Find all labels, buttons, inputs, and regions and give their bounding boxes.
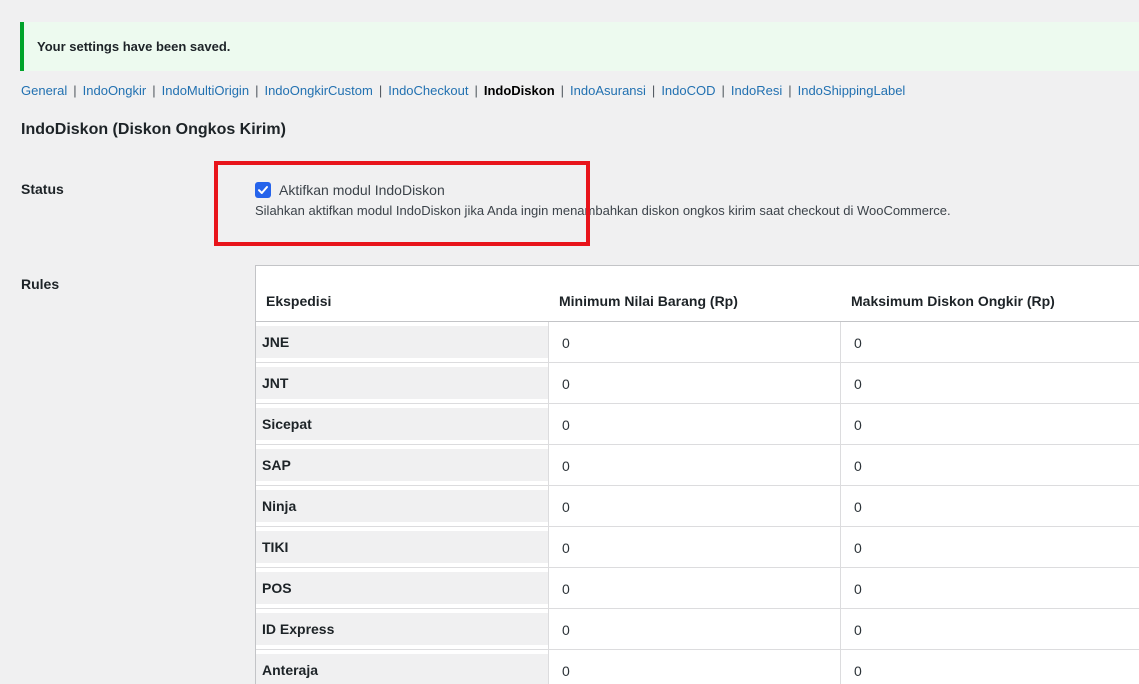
- subnav-separator: |: [721, 83, 725, 98]
- courier-name-cell: Sicepat: [256, 408, 548, 440]
- table-row: ID Express 0 0: [256, 609, 1139, 650]
- subnav-item-indoongkir[interactable]: IndoOngkir: [83, 83, 147, 98]
- max-discount-input[interactable]: 0: [840, 322, 1139, 362]
- courier-name-cell: Anteraja: [256, 654, 548, 684]
- column-header-max-discount: Maksimum Diskon Ongkir (Rp): [851, 293, 1055, 309]
- min-value: 0: [562, 581, 570, 597]
- table-row: Sicepat 0 0: [256, 404, 1139, 445]
- courier-name-cell: JNT: [256, 367, 548, 399]
- table-row: SAP 0 0: [256, 445, 1139, 486]
- min-value: 0: [562, 663, 570, 679]
- subnav-item-indoongkircustom[interactable]: IndoOngkirCustom: [264, 83, 372, 98]
- subnav-item-indoresi[interactable]: IndoResi: [731, 83, 782, 98]
- min-value: 0: [562, 622, 570, 638]
- checkmark-icon: [258, 186, 268, 194]
- max-discount: 0: [854, 376, 862, 392]
- max-discount: 0: [854, 581, 862, 597]
- courier-name: POS: [262, 580, 292, 596]
- max-discount: 0: [854, 458, 862, 474]
- courier-name-cell: ID Express: [256, 613, 548, 645]
- subnav-item-general[interactable]: General: [21, 83, 67, 98]
- min-value-input[interactable]: 0: [548, 363, 840, 403]
- min-value-input[interactable]: 0: [548, 486, 840, 526]
- subnav-item-indocheckout[interactable]: IndoCheckout: [388, 83, 468, 98]
- courier-name-cell: Ninja: [256, 490, 548, 522]
- subnav-separator: |: [474, 83, 478, 98]
- min-value: 0: [562, 499, 570, 515]
- min-value: 0: [562, 335, 570, 351]
- max-discount-input[interactable]: 0: [840, 527, 1139, 567]
- table-row: TIKI 0 0: [256, 527, 1139, 568]
- max-discount: 0: [854, 540, 862, 556]
- subnav-item-indoasuransi[interactable]: IndoAsuransi: [570, 83, 646, 98]
- max-discount-input[interactable]: 0: [840, 650, 1139, 684]
- notice-message: Your settings have been saved.: [37, 39, 231, 54]
- subnav-separator: |: [788, 83, 792, 98]
- enable-module-checkbox[interactable]: [255, 182, 271, 198]
- subnav-item-indomultiorigin[interactable]: IndoMultiOrigin: [162, 83, 249, 98]
- page-title: IndoDiskon (Diskon Ongkos Kirim): [21, 121, 286, 138]
- status-description: Silahkan aktifkan modul IndoDiskon jika …: [255, 203, 951, 218]
- courier-name: Sicepat: [262, 416, 312, 432]
- subnav-separator: |: [560, 83, 565, 98]
- enable-module-label[interactable]: Aktifkan modul IndoDiskon: [279, 182, 445, 198]
- max-discount: 0: [854, 499, 862, 515]
- max-discount-input[interactable]: 0: [840, 609, 1139, 649]
- courier-name: TIKI: [262, 539, 289, 555]
- courier-name: Anteraja: [262, 662, 319, 678]
- subnav-item-indoshippinglabel[interactable]: IndoShippingLabel: [798, 83, 906, 98]
- max-discount-input[interactable]: 0: [840, 568, 1139, 608]
- subnav-separator: |: [378, 83, 383, 98]
- table-row: JNE 0 0: [256, 322, 1139, 363]
- max-discount: 0: [854, 663, 862, 679]
- courier-name: ID Express: [262, 621, 335, 637]
- courier-name-cell: TIKI: [256, 531, 548, 563]
- min-value: 0: [562, 417, 570, 433]
- min-value-input[interactable]: 0: [548, 322, 840, 362]
- table-row: JNT 0 0: [256, 363, 1139, 404]
- max-discount-input[interactable]: 0: [840, 445, 1139, 485]
- courier-name: JNT: [262, 375, 289, 391]
- min-value-input[interactable]: 0: [548, 404, 840, 444]
- courier-name: JNE: [262, 334, 290, 350]
- max-discount-input[interactable]: 0: [840, 404, 1139, 444]
- max-discount: 0: [854, 335, 862, 351]
- subnav-separator: |: [73, 83, 77, 98]
- column-header-ekspedisi: Ekspedisi: [266, 293, 332, 309]
- max-discount: 0: [854, 622, 862, 638]
- settings-saved-notice: Your settings have been saved.: [20, 22, 1139, 71]
- courier-name-cell: POS: [256, 572, 548, 604]
- table-row: Ninja 0 0: [256, 486, 1139, 527]
- max-discount-input[interactable]: 0: [840, 486, 1139, 526]
- min-value-input[interactable]: 0: [548, 445, 840, 485]
- max-discount: 0: [854, 417, 862, 433]
- subnav-item-indocod[interactable]: IndoCOD: [661, 83, 715, 98]
- table-header: Ekspedisi Minimum Nilai Barang (Rp) Maks…: [256, 266, 1139, 322]
- subnav-separator: |: [255, 83, 259, 98]
- min-value-input[interactable]: 0: [548, 527, 840, 567]
- min-value-input[interactable]: 0: [548, 568, 840, 608]
- table-row: Anteraja 0 0: [256, 650, 1139, 684]
- courier-name-cell: JNE: [256, 326, 548, 358]
- courier-name-cell: SAP: [256, 449, 548, 481]
- subnav-item-indodiskon[interactable]: IndoDiskon: [484, 83, 555, 98]
- table-row: POS 0 0: [256, 568, 1139, 609]
- min-value: 0: [562, 376, 570, 392]
- rules-table: Ekspedisi Minimum Nilai Barang (Rp) Maks…: [255, 265, 1139, 684]
- min-value-input[interactable]: 0: [548, 609, 840, 649]
- min-value-input[interactable]: 0: [548, 650, 840, 684]
- column-header-min-value: Minimum Nilai Barang (Rp): [559, 293, 738, 309]
- min-value: 0: [562, 458, 570, 474]
- module-subnav: General | IndoOngkir | IndoMultiOrigin | IndoO…: [21, 83, 905, 99]
- min-value: 0: [562, 540, 570, 556]
- subnav-separator: |: [152, 83, 156, 98]
- status-label: Status: [21, 181, 64, 197]
- courier-name: SAP: [262, 457, 291, 473]
- subnav-separator: |: [651, 83, 656, 98]
- max-discount-input[interactable]: 0: [840, 363, 1139, 403]
- rules-label: Rules: [21, 276, 60, 292]
- courier-name: Ninja: [262, 498, 297, 514]
